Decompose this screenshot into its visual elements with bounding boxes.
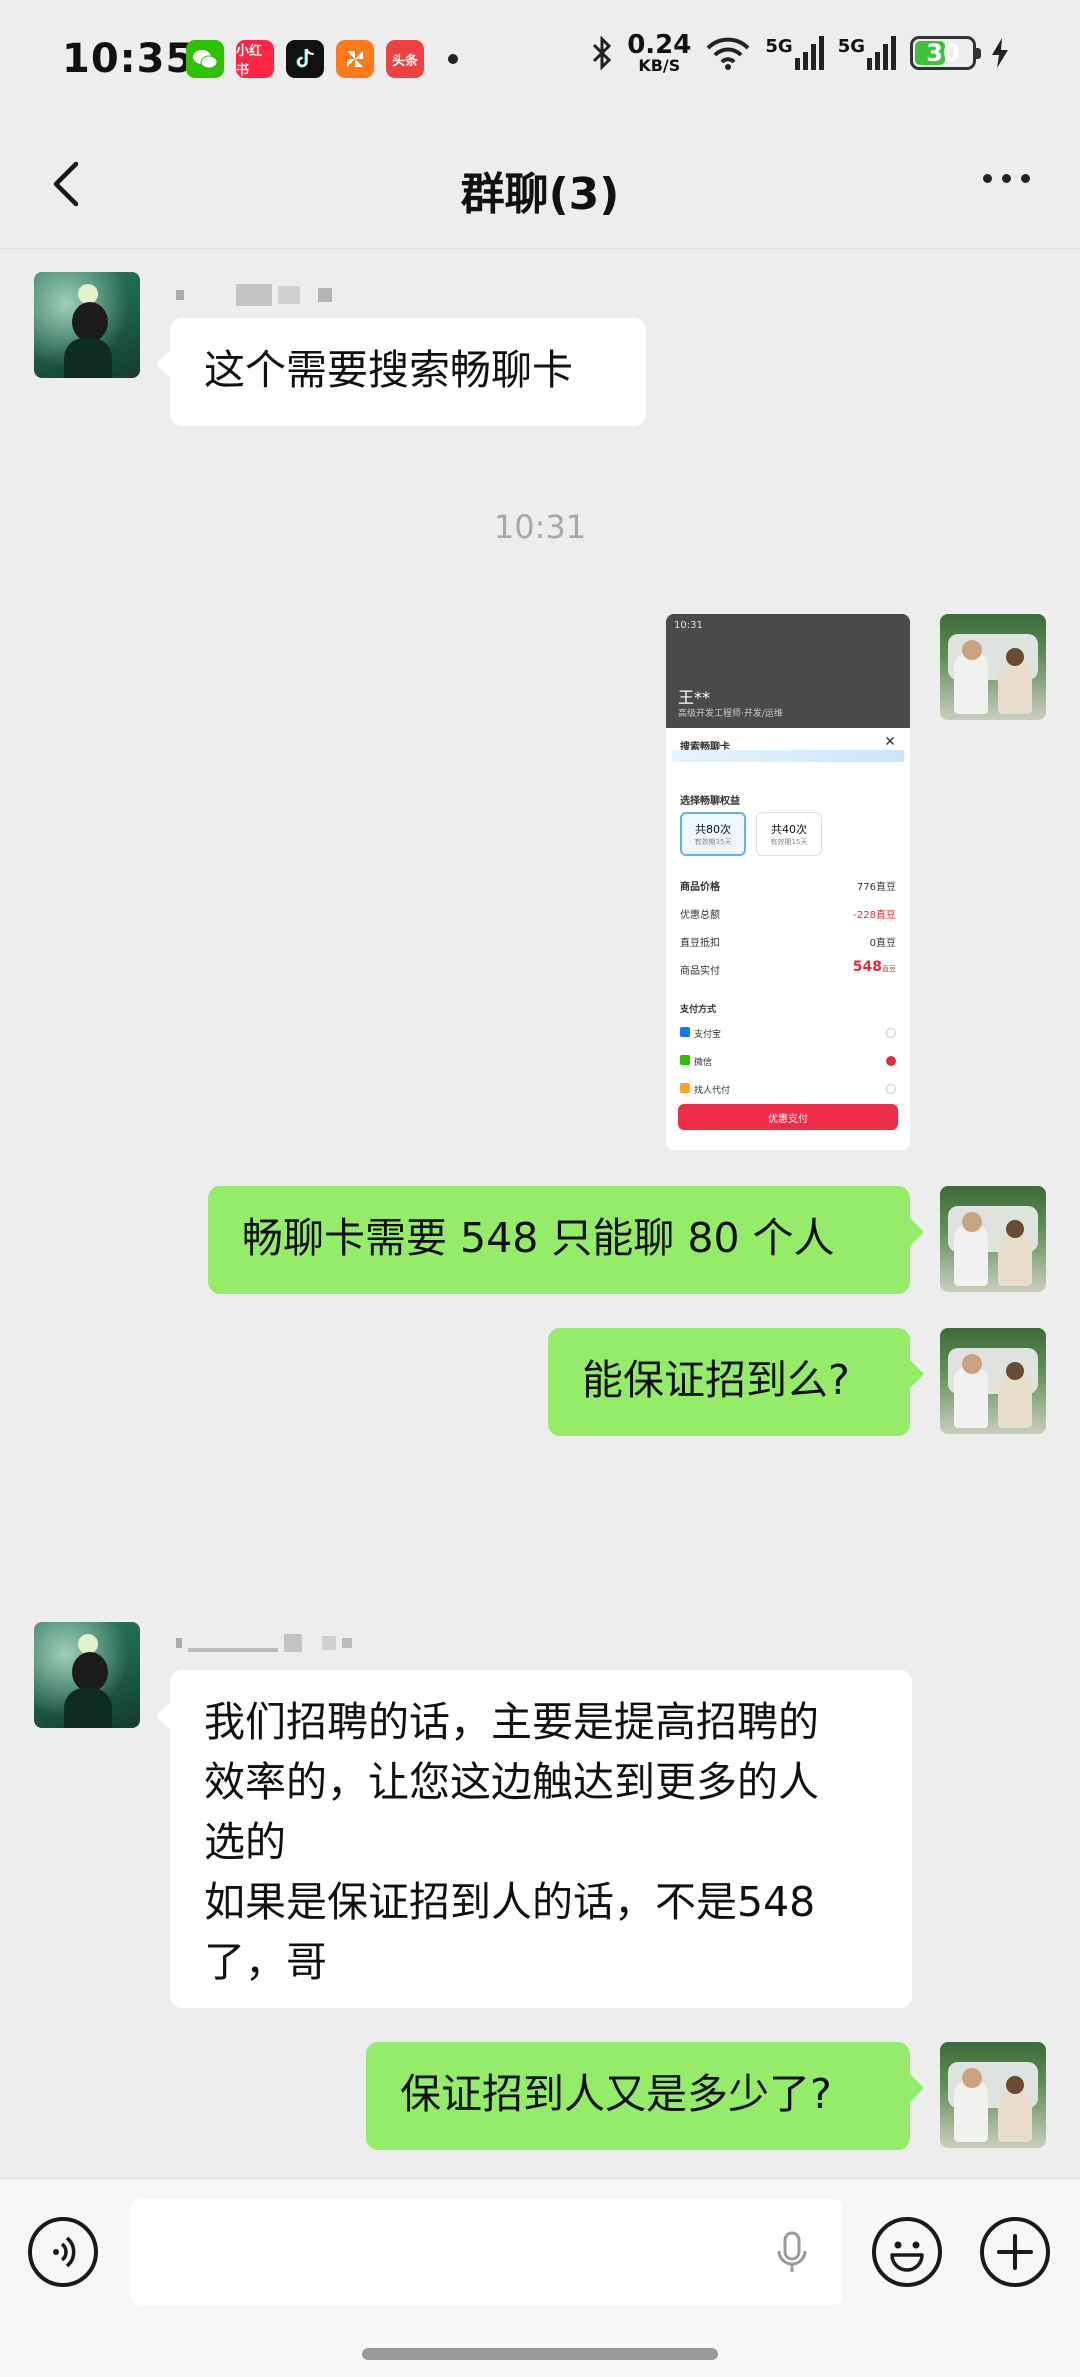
battery-icon: 30 — [910, 36, 981, 70]
bluetooth-icon — [593, 36, 612, 70]
charging-bolt-icon — [992, 38, 1008, 68]
notification-app-icons: 小红书 头条 — [186, 40, 458, 78]
microphone-icon[interactable] — [772, 2229, 812, 2277]
signal-bars-icon — [794, 36, 824, 70]
message-timestamp: 10:31 — [493, 508, 587, 546]
my-avatar[interactable] — [940, 1328, 1046, 1434]
sender-name-redacted — [176, 1634, 352, 1652]
add-attachment-icon[interactable] — [980, 2217, 1050, 2287]
message-bubble-incoming[interactable]: 我们招聘的话，主要是提高招聘的 效率的，让您这边触达到更多的人 选的 如果是保证… — [156, 1670, 912, 2008]
status-time: 10:35 — [62, 36, 195, 82]
message-bubble-outgoing[interactable]: 畅聊卡需要 548 只能聊 80 个人 — [208, 1186, 924, 1294]
emoji-icon[interactable] — [872, 2217, 942, 2287]
sender-name-redacted — [176, 284, 332, 306]
my-avatar[interactable] — [940, 2042, 1046, 2148]
message-bubble-outgoing[interactable]: 保证招到人又是多少了? — [366, 2042, 924, 2150]
sender-avatar[interactable] — [34, 1622, 140, 1728]
wechat-icon — [186, 40, 224, 78]
wifi-icon — [706, 37, 750, 70]
pinwheel-app-icon — [336, 40, 374, 78]
sender-avatar[interactable] — [34, 272, 140, 378]
xiaohongshu-icon: 小红书 — [236, 40, 274, 78]
status-bar: 10:35 小红书 头条 0.24 KB/S 5G 5G 30 — [0, 0, 1080, 120]
signal-5g-1: 5G — [765, 36, 824, 70]
toutiao-icon: 头条 — [386, 40, 424, 78]
my-avatar[interactable] — [940, 614, 1046, 720]
more-options-icon[interactable] — [983, 174, 1030, 183]
home-indicator[interactable] — [362, 2348, 718, 2360]
more-notifications-dot — [448, 54, 458, 64]
message-bubble-incoming[interactable]: 这个需要搜索畅聊卡 — [156, 318, 646, 426]
signal-bars-icon — [867, 36, 896, 70]
message-bubble-outgoing[interactable]: 能保证招到么? — [548, 1328, 924, 1436]
voice-mode-icon[interactable] — [28, 2217, 98, 2287]
my-avatar[interactable] — [940, 1186, 1046, 1292]
chat-title: 群聊(3) — [460, 169, 620, 220]
tiktok-icon — [286, 40, 324, 78]
shared-screenshot-image[interactable]: 10:31 王** 高级开发工程师·开发/运维 搜索畅聊卡 ✕ 选择畅聊权益 共… — [666, 614, 910, 1150]
status-indicators: 0.24 KB/S 5G 5G 30 — [591, 32, 1010, 74]
chat-header: 群聊(3) — [0, 120, 1080, 249]
message-input[interactable] — [130, 2199, 842, 2305]
net-speed: 0.24 KB/S — [627, 30, 692, 75]
signal-5g-2: 5G — [838, 36, 896, 70]
